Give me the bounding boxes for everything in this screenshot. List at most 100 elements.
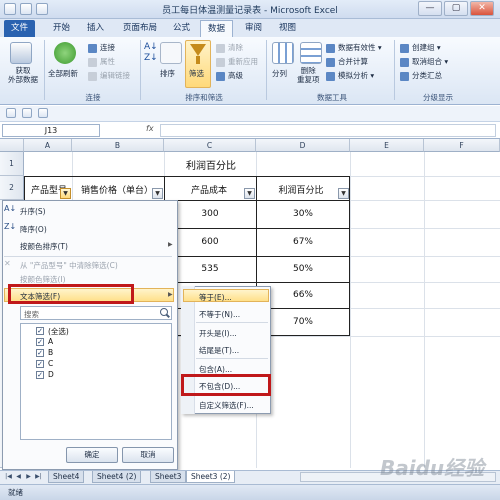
tab-home[interactable]: 开始 [46,20,77,37]
column-header-c[interactable]: C [164,139,256,152]
not-equals-item[interactable]: 不等于(N)... [199,309,240,320]
data-validation-icon [326,43,335,53]
next-sheet-icon[interactable]: ▶ [24,472,33,482]
column-header-d[interactable]: D [256,139,350,152]
tab-insert[interactable]: 插入 [80,20,111,37]
refresh-all-button[interactable]: 全部刷新 [48,68,78,79]
menu-separator [196,358,268,359]
consolidate-label: 合并计算 [338,57,368,66]
remove-duplicates-button[interactable]: 删除 重复项 [297,66,320,84]
table-title[interactable]: 利润百分比 [72,157,350,172]
header-cost[interactable]: 产品成本 [166,183,252,196]
subtotal-button[interactable]: 分类汇总 [400,70,442,81]
text-to-columns-button[interactable]: 分列 [272,68,287,79]
sort-button[interactable]: 排序 [160,68,175,79]
sort-az-icon[interactable]: A↓ Z↓ [144,42,158,64]
ok-button[interactable]: 确定 [66,447,118,463]
redo-icon[interactable] [38,108,48,118]
group-button[interactable]: 创建组 ▾ [400,42,441,53]
group-icon [400,43,409,53]
undo-icon[interactable] [22,108,32,118]
connections-button[interactable]: 连接 [88,42,115,53]
maximize-button[interactable]: ▢ [444,1,468,16]
prev-sheet-icon[interactable]: ◀ [14,472,23,482]
close-button[interactable]: ✕ [470,1,494,16]
formula-input[interactable] [160,124,496,137]
profit-cell[interactable]: 30% [258,209,348,219]
first-sheet-icon[interactable]: |◀ [4,472,13,482]
tab-view[interactable]: 视图 [272,20,303,37]
checkbox-value[interactable]: ✓ [36,371,44,379]
equals-item[interactable]: 等于(E)... [199,292,232,303]
search-input[interactable] [20,306,172,320]
filter-dropdown-d[interactable]: ▼ [338,188,349,199]
tab-formulas[interactable]: 公式 [166,20,197,37]
value-label: A [48,337,54,346]
name-box[interactable]: J13 [2,124,100,137]
cost-cell[interactable]: 535 [166,264,254,274]
subtotal-label: 分类汇总 [412,71,442,80]
custom-filter-item[interactable]: 自定义筛选(F)... [199,400,254,411]
advanced-button[interactable]: 高级 [216,70,243,81]
header-profit-pct[interactable]: 利润百分比 [258,183,344,196]
sort-ascending-item[interactable]: 升序(S) [20,206,46,217]
remove-duplicates-icon [300,42,322,64]
filter-dropdown-a-active[interactable]: ▼ [60,188,71,199]
tab-review[interactable]: 审阅 [238,20,269,37]
excel-app-icon[interactable] [4,3,16,15]
sheet-tab[interactable]: Sheet3 [150,471,187,483]
table-border-line [164,228,350,229]
advanced-icon [216,71,225,81]
undo-icon[interactable] [36,3,48,15]
clear-filter-icon: ✕ [4,259,11,268]
minimize-button[interactable]: — [418,1,442,16]
menu-separator [4,256,172,257]
profit-cell[interactable]: 70% [258,317,348,327]
filter-dropdown-b[interactable]: ▼ [152,188,163,199]
row-header-2[interactable]: 2 [0,176,24,200]
select-all-corner[interactable] [0,139,24,152]
save-icon[interactable] [20,3,32,15]
checkbox-value[interactable]: ✓ [36,338,44,346]
header-sale-price[interactable]: 销售价格（单台） [74,183,160,196]
last-sheet-icon[interactable]: ▶| [34,472,43,482]
reapply-icon [216,57,225,67]
column-header-a[interactable]: A [24,139,72,152]
begins-with-item[interactable]: 开头是(I)... [199,328,237,339]
sheet-tab-active[interactable]: Sheet3 (2) [186,471,236,483]
sheet-tab[interactable]: Sheet4 (2) [92,471,142,483]
save-icon[interactable] [6,108,16,118]
clear-filter-item: 从 "产品型号" 中清除筛选(C) [20,261,118,270]
filter-button[interactable]: 筛选 [189,68,204,79]
row-header-1[interactable]: 1 [0,152,24,176]
sort-descending-item[interactable]: 降序(O) [20,224,47,235]
profit-cell[interactable]: 50% [258,264,348,274]
group-label: 创建组 [412,43,435,52]
checkbox-value[interactable]: ✓ [36,360,44,368]
consolidate-button[interactable]: 合并计算 [326,56,368,67]
cost-cell[interactable]: 600 [166,237,254,247]
column-header-e[interactable]: E [350,139,424,152]
tab-page-layout[interactable]: 页面布局 [116,20,164,37]
sort-by-color-item[interactable]: 按颜色排序(T) [20,241,68,252]
checkbox-value[interactable]: ✓ [36,349,44,357]
ungroup-label: 取消组合 [412,57,442,66]
properties-icon [88,57,97,67]
profit-cell[interactable]: 67% [258,237,348,247]
profit-cell[interactable]: 66% [258,290,348,300]
what-if-button[interactable]: 模拟分析 ▾ [326,70,374,81]
cost-cell[interactable]: 300 [166,209,254,219]
ungroup-button[interactable]: 取消组合 ▾ [400,56,448,67]
column-header-b[interactable]: B [72,139,164,152]
ends-with-item[interactable]: 结尾是(T)... [199,345,239,356]
column-header-f[interactable]: F [424,139,500,152]
cancel-button[interactable]: 取消 [122,447,174,463]
fx-icon[interactable]: fx [146,124,154,133]
group-label-sort-filter: 排序和筛选 [185,93,223,102]
filter-dropdown-c[interactable]: ▼ [244,188,255,199]
data-validation-button[interactable]: 数据有效性 ▾ [326,42,382,53]
checkbox-select-all[interactable]: ✓ [36,327,44,335]
get-external-data-button[interactable]: 获取 外部数据 [6,66,40,84]
tab-file[interactable]: 文件 [4,20,36,37]
sheet-tab[interactable]: Sheet4 [48,471,85,483]
